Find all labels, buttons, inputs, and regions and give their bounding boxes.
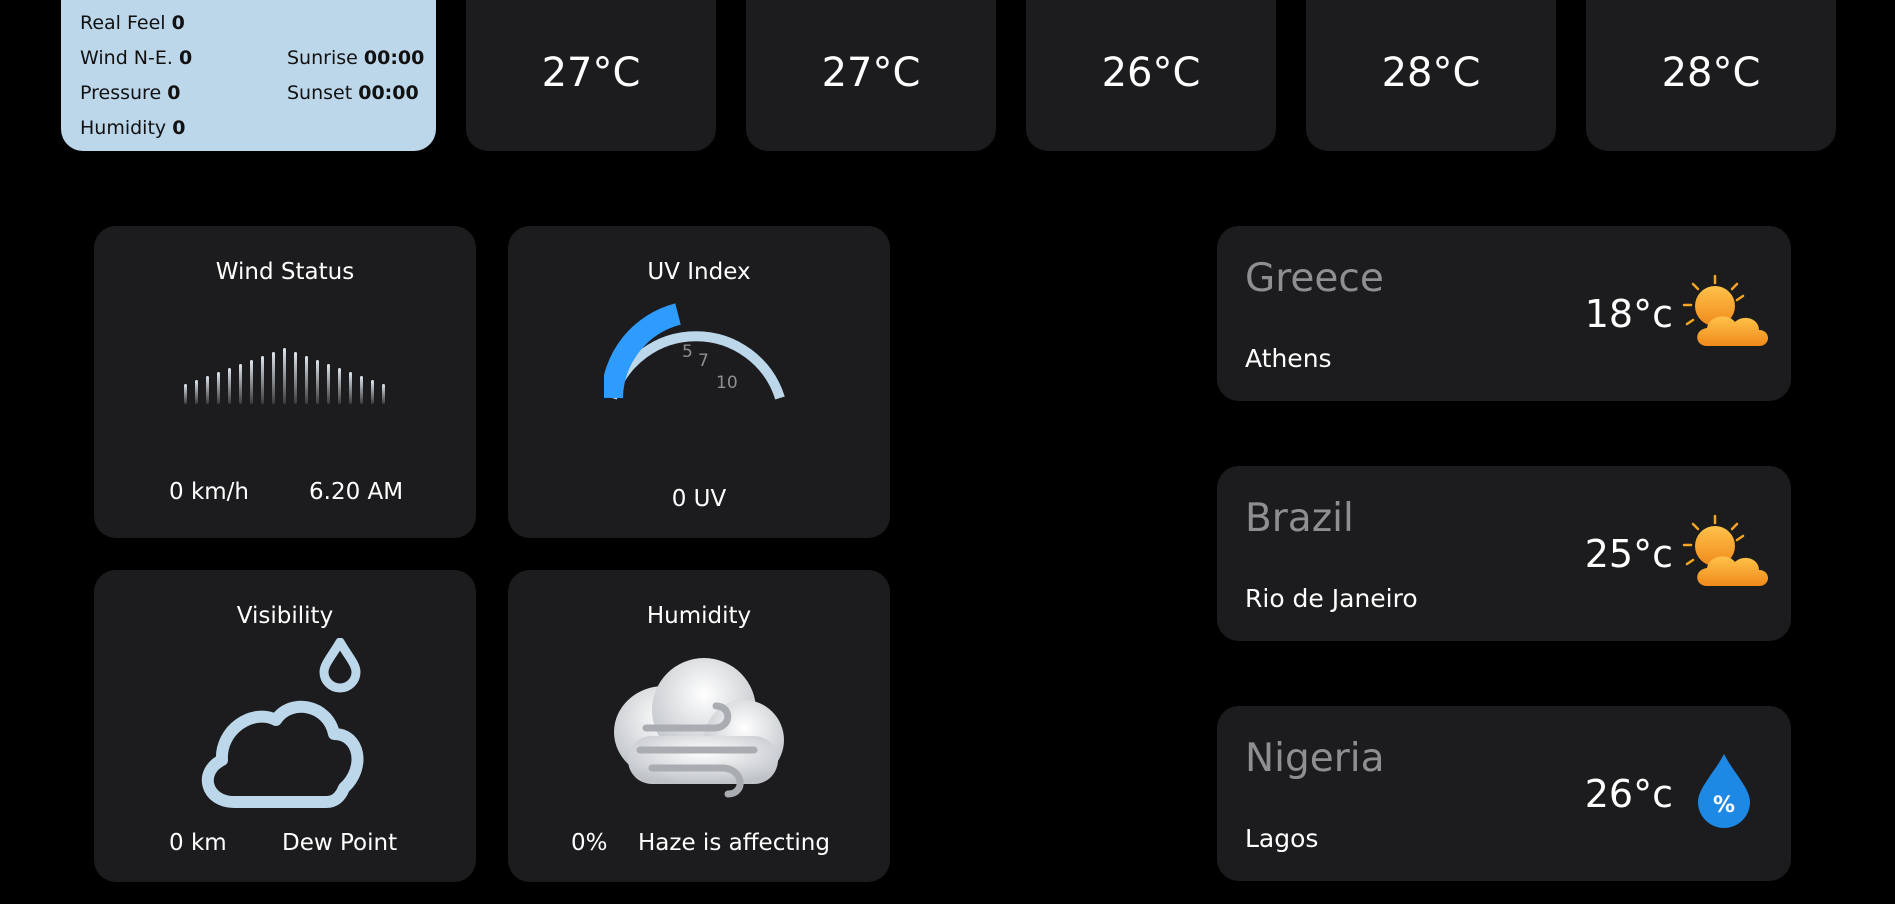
- forecast-temp: 26°C: [1101, 50, 1201, 96]
- visibility-card: Visibility 0 km Dew Point: [94, 570, 476, 882]
- wind-value: 0: [178, 47, 193, 69]
- pressure-row: Pressure 0: [80, 82, 180, 104]
- humidity-title: Humidity: [646, 603, 752, 629]
- city-temp: 26°c: [1584, 772, 1673, 816]
- forecast-card[interactable]: 28°C: [1306, 0, 1556, 151]
- pressure-label: Pressure: [80, 82, 162, 104]
- city-name: Athens: [1245, 344, 1332, 373]
- forecast-temp: 27°C: [541, 50, 641, 96]
- sunset-label: Sunset: [287, 82, 353, 104]
- forecast-temp: 28°C: [1381, 50, 1481, 96]
- city-temp: 18°c: [1584, 292, 1673, 336]
- city-card-brazil[interactable]: Brazil Rio de Janeiro 25°c: [1217, 466, 1791, 641]
- uv-index-title: UV Index: [647, 259, 751, 285]
- sun-behind-cloud-icon: [1679, 274, 1771, 354]
- uv-value: 0 UV: [671, 486, 727, 512]
- wind-speed: 0 km/h: [169, 479, 249, 505]
- pressure-value: 0: [167, 82, 181, 104]
- uv-tick: 12: [718, 402, 740, 404]
- humidity-drop-icon: %: [1698, 754, 1750, 828]
- real-feel-value: 0: [171, 12, 185, 34]
- forecast-card[interactable]: 26°C: [1026, 0, 1276, 151]
- city-card-greece[interactable]: Greece Athens 18°c: [1217, 226, 1791, 401]
- weather-details-card: Real Feel 0 Wind N-E. 0 Sunrise 00:00 Pr…: [61, 0, 436, 151]
- real-feel-label: Real Feel: [80, 12, 166, 34]
- uv-index-card: UV Index 5 7 10 12 0 UV: [508, 226, 890, 538]
- forecast-card[interactable]: 28°C: [1586, 0, 1836, 151]
- humidity-percent: 0%: [571, 830, 608, 856]
- wind-status-card: Wind Status 0 km/h 6.20 AM: [94, 226, 476, 538]
- wind-bars-graphic: [184, 348, 385, 404]
- forecast-temp: 27°C: [821, 50, 921, 96]
- humidity-row: Humidity 0: [80, 117, 185, 139]
- humidity-status: Haze is affecting: [638, 830, 830, 856]
- humidity-label: Humidity: [80, 117, 167, 139]
- sunrise-label: Sunrise: [287, 47, 358, 69]
- city-temp: 25°c: [1584, 532, 1673, 576]
- haze-cloud-icon: [614, 658, 784, 798]
- visibility-title: Visibility: [236, 603, 334, 629]
- uv-tick: 5: [682, 342, 693, 362]
- wind-time: 6.20 AM: [309, 479, 404, 505]
- city-country: Nigeria: [1245, 736, 1385, 781]
- wind-label: Wind N-E.: [80, 47, 173, 69]
- visibility-distance: 0 km: [169, 830, 227, 856]
- wind-row: Wind N-E. 0: [80, 47, 192, 69]
- svg-text:%: %: [1713, 793, 1735, 818]
- sunset-row: Sunset 00:00: [287, 82, 419, 104]
- city-country: Greece: [1245, 256, 1384, 301]
- city-card-nigeria[interactable]: Nigeria Lagos 26°c %: [1217, 706, 1791, 881]
- cloud-drop-icon: [201, 638, 364, 808]
- sunrise-value: 00:00: [363, 47, 425, 69]
- city-country: Brazil: [1245, 496, 1354, 541]
- forecast-card[interactable]: 27°C: [746, 0, 996, 151]
- city-name: Rio de Janeiro: [1245, 584, 1418, 613]
- uv-tick: 10: [716, 373, 738, 393]
- forecast-temp: 28°C: [1661, 50, 1761, 96]
- forecast-card[interactable]: 27°C: [466, 0, 716, 151]
- sunrise-row: Sunrise 00:00: [287, 47, 424, 69]
- humidity-card: Humidity 0% Haze is affecting: [508, 570, 890, 882]
- real-feel-row: Real Feel 0: [80, 12, 185, 34]
- uv-gauge: 5 7 10 12: [604, 303, 785, 404]
- uv-tick: 7: [698, 351, 709, 371]
- city-name: Lagos: [1245, 824, 1319, 853]
- sun-behind-cloud-icon: [1679, 514, 1771, 594]
- dew-point-label: Dew Point: [282, 830, 398, 856]
- humidity-value: 0: [172, 117, 186, 139]
- wind-status-title: Wind Status: [215, 259, 355, 285]
- sunset-value: 00:00: [358, 82, 419, 104]
